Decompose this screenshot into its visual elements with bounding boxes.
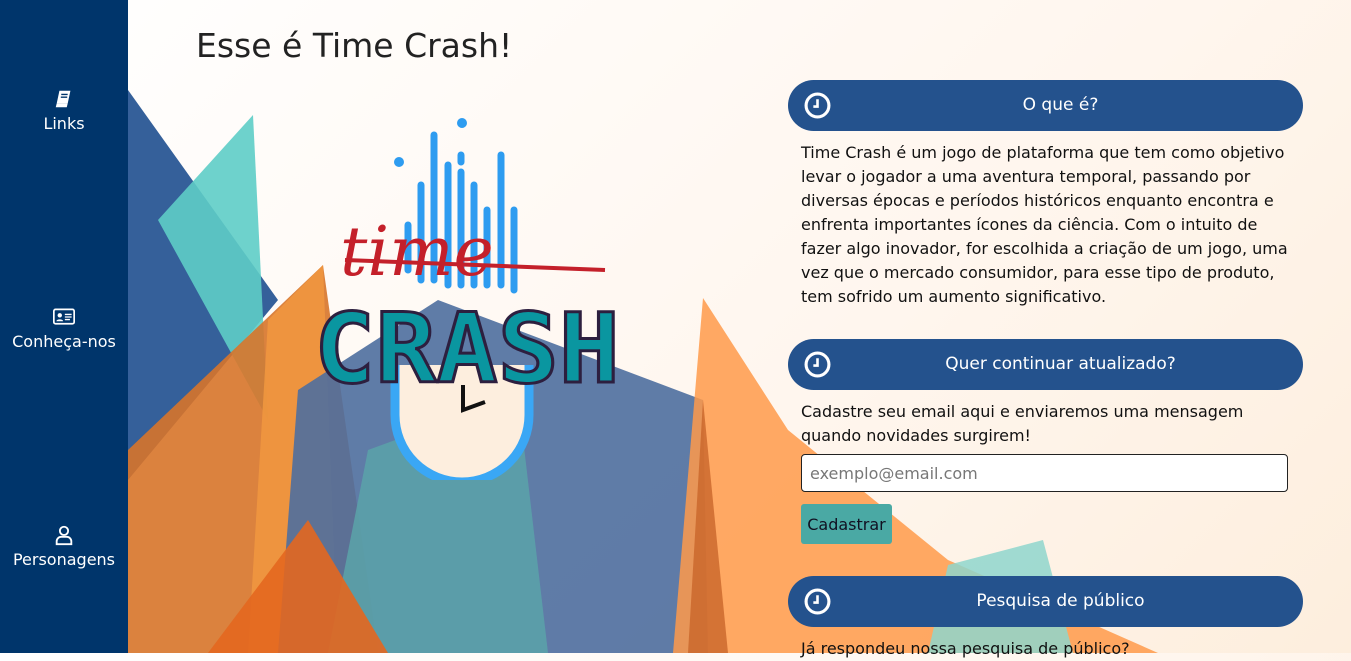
section-survey-title: Pesquisa de público (976, 591, 1145, 611)
time-crash-logo: time CRASH (313, 118, 622, 480)
section-about: O que é? Time Crash é um jogo de platafo… (788, 80, 1303, 309)
nav-conheca-nos[interactable]: Conheça-nos (0, 306, 128, 351)
user-icon (52, 524, 76, 548)
section-survey-text: Já respondeu nossa pesquisa de público? (801, 639, 1130, 658)
nav-conheca-nos-label: Conheça-nos (12, 332, 116, 351)
id-card-icon (52, 306, 76, 330)
section-about-text: Time Crash é um jogo de plataforma que t… (801, 143, 1288, 306)
nav-links-label: Links (43, 114, 85, 133)
book-icon (52, 88, 76, 112)
section-survey-header: Pesquisa de público (788, 576, 1303, 627)
logo-word-time: time (340, 213, 494, 292)
sidebar: Links Conheça-nos Personagens (0, 0, 128, 653)
section-newsletter-text: Cadastre seu email aqui e enviaremos uma… (801, 402, 1244, 445)
section-newsletter: Quer continuar atualizado? Cadastre seu … (788, 339, 1303, 448)
page-title: Esse é Time Crash! (196, 26, 513, 65)
nav-personagens[interactable]: Personagens (0, 524, 128, 569)
section-about-header: O que é? (788, 80, 1303, 131)
nav-links[interactable]: Links (0, 88, 128, 133)
email-field[interactable] (801, 454, 1288, 492)
section-newsletter-title: Quer continuar atualizado? (945, 354, 1176, 374)
section-about-title: O que é? (1022, 95, 1099, 115)
section-survey: Pesquisa de público Já respondeu nossa p… (788, 576, 1303, 661)
section-newsletter-header: Quer continuar atualizado? (788, 339, 1303, 390)
logo-word-crash: CRASH (314, 293, 620, 405)
subscribe-button[interactable]: Cadastrar (801, 504, 892, 544)
nav-personagens-label: Personagens (12, 550, 116, 569)
